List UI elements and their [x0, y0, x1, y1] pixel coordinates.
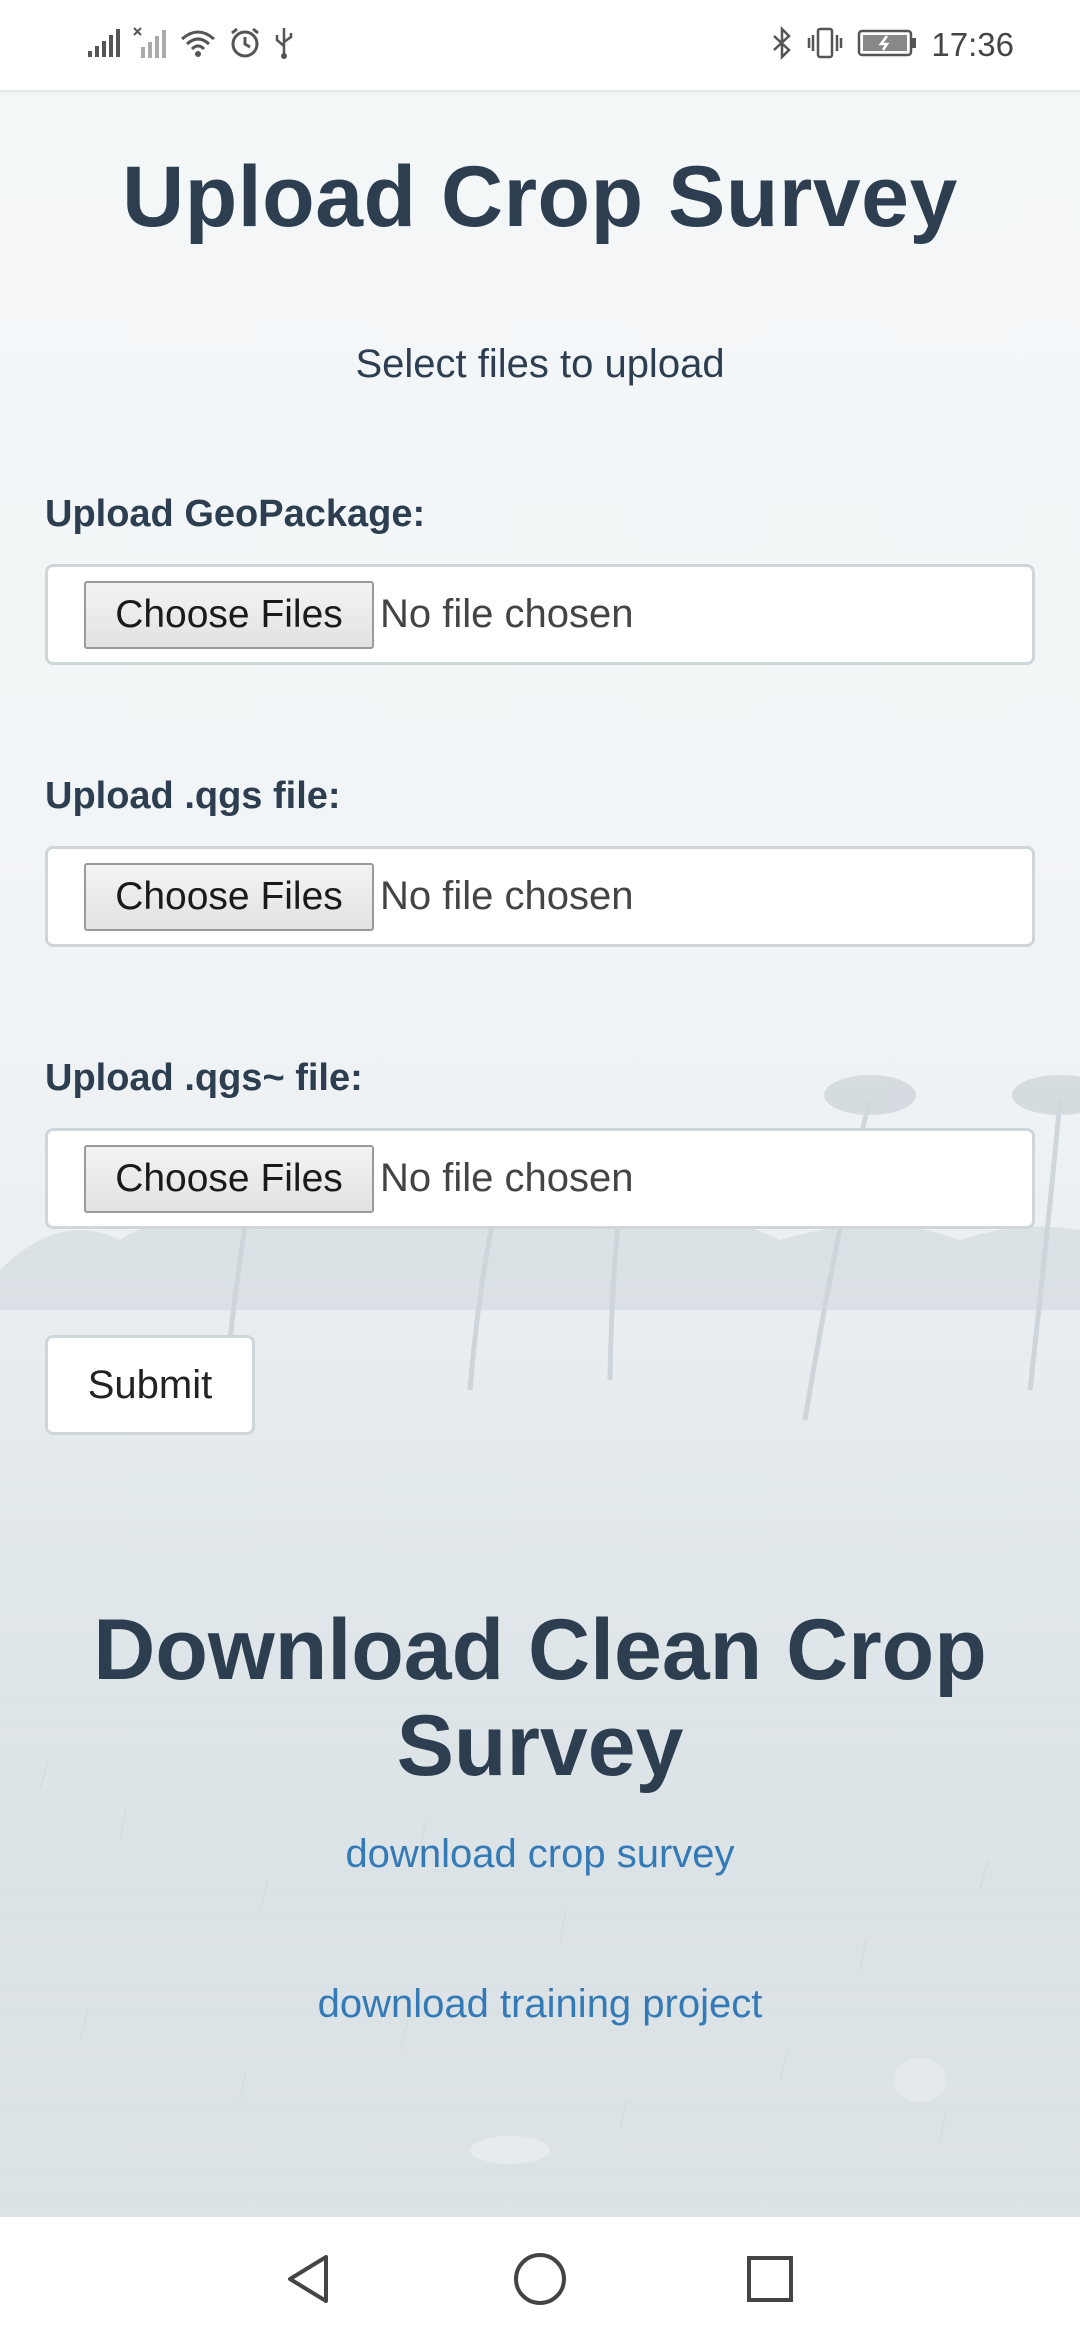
status-right-icons: 17:36	[771, 25, 1014, 65]
page-content: Upload Crop Survey Select files to uploa…	[0, 90, 1080, 2217]
qgs-backup-choose-files-button[interactable]: Choose Files	[84, 1144, 374, 1213]
wifi-icon	[178, 27, 218, 64]
download-training-project-link[interactable]: download training project	[0, 1982, 1080, 2027]
navigation-bar	[0, 2217, 1080, 2340]
download-section-title: Download Clean Crop Survey	[93, 1602, 987, 1794]
status-time: 17:36	[931, 26, 1014, 63]
geopackage-file-input[interactable]: Choose Files No file chosen	[45, 564, 1035, 665]
page-subtitle: Select files to upload	[355, 342, 725, 386]
no-signal-icon	[132, 26, 168, 65]
usb-icon	[272, 26, 296, 65]
qgs-backup-file-input[interactable]: Choose Files No file chosen	[45, 1128, 1035, 1229]
geopackage-file-status: No file chosen	[380, 592, 634, 636]
qgs-file-input[interactable]: Choose Files No file chosen	[45, 846, 1035, 947]
qgs-file-status: No file chosen	[380, 874, 634, 918]
page-title: Upload Crop Survey	[122, 149, 958, 245]
status-bar: 17:36	[0, 0, 1080, 90]
submit-button[interactable]: Submit	[45, 1335, 255, 1435]
status-left-icons	[86, 26, 296, 65]
qgs-backup-file-status: No file chosen	[380, 1156, 634, 1200]
home-icon[interactable]	[508, 2247, 572, 2311]
geopackage-label: Upload GeoPackage:	[45, 493, 426, 535]
vibrate-icon	[807, 26, 843, 65]
qgs-label: Upload .qgs file:	[45, 775, 341, 817]
signal-icon	[86, 27, 122, 64]
battery-icon	[857, 28, 917, 63]
qgs-backup-label: Upload .qgs~ file:	[45, 1057, 363, 1099]
bluetooth-icon	[771, 25, 793, 65]
geopackage-choose-files-button[interactable]: Choose Files	[84, 580, 374, 649]
download-crop-survey-link[interactable]: download crop survey	[0, 1832, 1080, 1877]
alarm-icon	[228, 26, 262, 65]
qgs-choose-files-button[interactable]: Choose Files	[84, 862, 374, 931]
back-icon[interactable]	[276, 2247, 340, 2311]
recents-icon[interactable]	[738, 2247, 802, 2311]
